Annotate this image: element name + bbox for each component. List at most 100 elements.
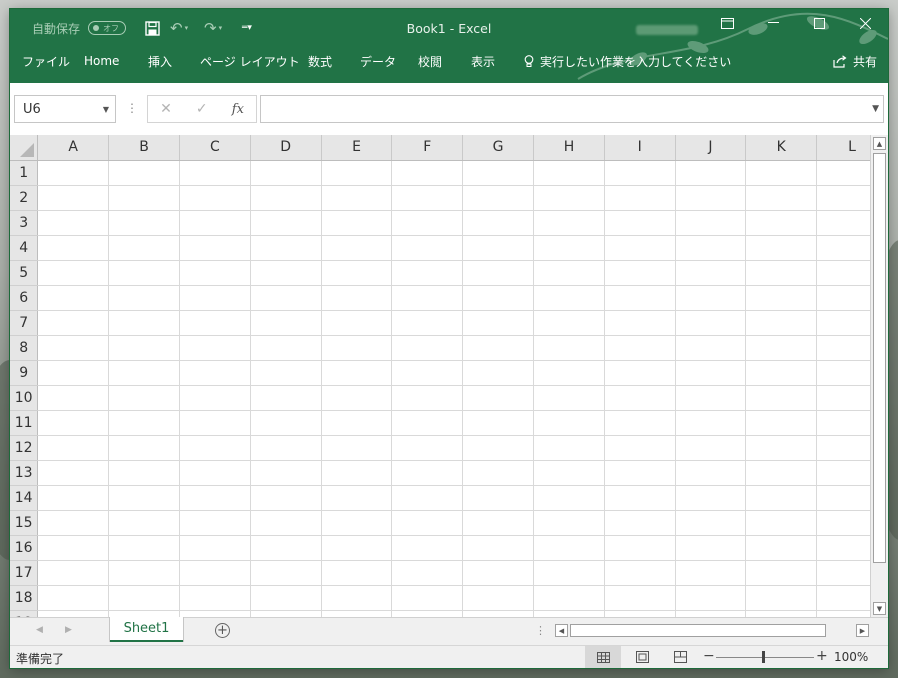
horizontal-scroll-thumb[interactable] [570,624,826,637]
cell[interactable] [108,585,180,611]
cell[interactable] [321,335,393,361]
column-header-i[interactable]: I [604,135,676,161]
cell[interactable] [604,560,676,586]
cell[interactable] [391,385,464,411]
column-header-b[interactable]: B [108,135,180,161]
cell[interactable] [179,210,251,236]
cell[interactable] [745,535,818,561]
cell[interactable] [391,460,464,486]
cell[interactable] [745,310,818,336]
row-header[interactable]: 13 [10,460,39,486]
cell[interactable] [533,160,605,186]
row-header[interactable]: 1 [10,160,39,186]
cell[interactable] [745,485,818,511]
cell[interactable] [108,285,180,311]
cell[interactable] [462,485,535,511]
cell[interactable] [533,485,605,511]
cell[interactable] [250,335,322,361]
autosave-toggle[interactable]: オフ [88,21,126,35]
cell[interactable] [250,485,322,511]
cell[interactable] [179,310,251,336]
row-header[interactable]: 10 [10,385,39,411]
cell[interactable] [250,260,322,286]
cell[interactable] [745,360,818,386]
cell[interactable] [604,335,676,361]
tab-formulas[interactable]: 数式 [308,47,332,75]
cell[interactable] [250,510,322,536]
cell[interactable] [533,435,605,461]
formula-bar-resize-handle[interactable]: ⋮ [126,101,138,115]
cell[interactable] [179,360,251,386]
cell[interactable] [321,610,393,617]
row-header[interactable]: 3 [10,210,39,236]
cell[interactable] [179,560,251,586]
cell[interactable] [462,160,535,186]
cell[interactable] [533,410,605,436]
cell[interactable] [37,460,110,486]
cell[interactable] [108,435,180,461]
cell[interactable] [675,460,747,486]
cell[interactable] [604,285,676,311]
cell[interactable] [675,435,747,461]
cell[interactable] [462,185,535,211]
cell[interactable] [391,260,464,286]
column-header-c[interactable]: C [179,135,251,161]
cell[interactable] [179,385,251,411]
chevron-down-icon[interactable]: ▼ [103,105,109,114]
cell[interactable] [37,285,110,311]
cell[interactable] [745,510,818,536]
cell[interactable] [250,435,322,461]
cell[interactable] [108,310,180,336]
cell[interactable] [37,560,110,586]
row-header[interactable]: 5 [10,260,39,286]
column-header-h[interactable]: H [533,135,605,161]
cell[interactable] [250,310,322,336]
tell-me-search[interactable]: 実行したい作業を入力してください [524,47,731,75]
cell[interactable] [533,510,605,536]
cell[interactable] [391,610,464,617]
cell[interactable] [37,610,110,617]
cell[interactable] [462,410,535,436]
cell[interactable] [108,210,180,236]
cell[interactable] [179,160,251,186]
column-header-j[interactable]: J [675,135,747,161]
cell[interactable] [462,560,535,586]
cell[interactable] [37,435,110,461]
cell[interactable] [675,260,747,286]
cell[interactable] [391,335,464,361]
cell[interactable] [37,260,110,286]
column-header-k[interactable]: K [745,135,818,161]
row-header[interactable]: 2 [10,185,39,211]
cell[interactable] [250,285,322,311]
cell[interactable] [391,235,464,261]
cell[interactable] [108,385,180,411]
normal-view-icon[interactable] [585,646,621,668]
cell[interactable] [675,210,747,236]
cell[interactable] [745,410,818,436]
tab-view[interactable]: 表示 [471,47,495,75]
cell[interactable] [533,235,605,261]
cell[interactable] [179,460,251,486]
row-header[interactable]: 18 [10,585,39,611]
cell[interactable] [533,385,605,411]
cell[interactable] [462,585,535,611]
cell[interactable] [108,560,180,586]
tab-review[interactable]: 校閲 [418,47,442,75]
cell[interactable] [179,260,251,286]
cell[interactable] [604,485,676,511]
cell[interactable] [391,435,464,461]
formula-input[interactable]: ▼ [260,95,884,123]
cell[interactable] [745,160,818,186]
cell[interactable] [604,210,676,236]
cell[interactable] [745,610,818,617]
cell[interactable] [179,510,251,536]
cell[interactable] [321,285,393,311]
cell[interactable] [462,210,535,236]
enter-check-icon[interactable]: ✓ [196,101,208,117]
cell[interactable] [391,560,464,586]
cell[interactable] [391,210,464,236]
cell[interactable] [321,360,393,386]
tab-split-handle[interactable]: ⋮ [535,624,546,637]
minimize-button[interactable] [750,9,796,37]
cell[interactable] [391,185,464,211]
